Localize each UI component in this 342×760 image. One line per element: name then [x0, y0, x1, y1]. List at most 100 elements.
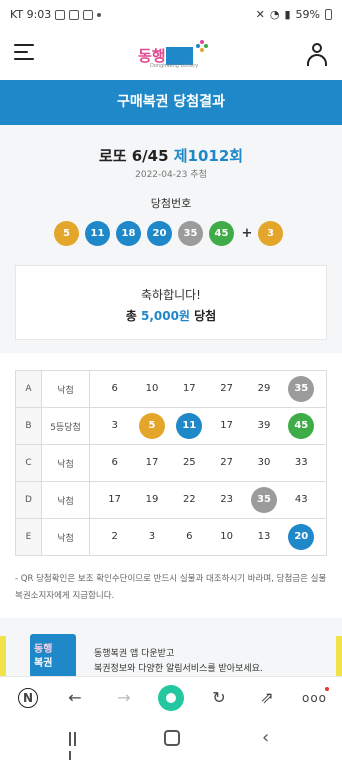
- banner-line2: 복권정보와 다양한 알림서비스를 받아보세요.: [94, 664, 263, 674]
- forward-arrow-icon[interactable]: →: [113, 687, 135, 709]
- ticket-number: 29: [257, 383, 271, 394]
- game-result: 낙첨: [41, 370, 90, 408]
- draw-round: 제1012회: [173, 147, 244, 165]
- side-tab-right[interactable]: [336, 636, 342, 676]
- home-icon[interactable]: [164, 730, 180, 746]
- table-row: A 낙첨 6 10 17 27 29 35: [15, 370, 327, 408]
- draw-title: 로또 6/45 제1012회: [0, 145, 342, 166]
- app-header: 동행복권 Donghaeng Lottery: [0, 30, 342, 80]
- draw-date: 2022-04-23 추첨: [135, 170, 207, 180]
- game-label: C: [15, 444, 42, 482]
- ticket-number: 27: [220, 457, 233, 468]
- browser-toolbar: N ← → ↻ ⇗ ooo: [0, 676, 342, 718]
- game-label: E: [15, 518, 42, 556]
- prize-suffix: 당첨: [189, 309, 217, 323]
- game-name: 로또 6/45: [98, 147, 169, 165]
- game-label: D: [15, 481, 42, 519]
- image-icon: [69, 9, 80, 20]
- logo[interactable]: 동행복권 Donghaeng Lottery: [138, 40, 208, 70]
- more-icon[interactable]: ooo: [302, 687, 326, 709]
- notification-dot: [325, 687, 329, 691]
- table-row: E 낙첨 2 3 6 10 13 20: [15, 518, 327, 556]
- menu-icon[interactable]: [14, 44, 34, 62]
- ticket-number: 43: [294, 494, 308, 505]
- ticket-number: 2: [111, 531, 118, 542]
- winning-numbers: 5 11 18 20 35 45 + 3: [54, 220, 289, 246]
- winning-ball: 20: [147, 220, 172, 246]
- ticket-number: 25: [182, 457, 196, 468]
- mute-icon: ✕: [255, 8, 265, 21]
- plus-sign: +: [241, 225, 253, 241]
- page-title: 구매복권 당첨결과: [0, 80, 342, 125]
- ticket-number: 10: [220, 531, 233, 542]
- user-icon[interactable]: [306, 42, 328, 66]
- congrats-box: 축하합니다! 총 5,000원 당첨: [15, 265, 327, 340]
- ticket-number: 6: [111, 383, 118, 394]
- ticket-number-matched: 20: [288, 524, 315, 550]
- ticket-number-matched: 45: [288, 413, 315, 439]
- recent-apps-icon[interactable]: [69, 731, 83, 760]
- ticket-number-matched: 11: [176, 413, 203, 439]
- battery-icon: [325, 9, 332, 20]
- bonus-ball: 3: [258, 220, 283, 246]
- ticket-number: 39: [257, 420, 271, 431]
- logo-burst-icon: [196, 40, 208, 52]
- ticket-number: 17: [108, 494, 122, 505]
- ticket-number: 30: [257, 457, 271, 468]
- game-label: A: [15, 370, 42, 408]
- ticket-number: 3: [111, 420, 118, 431]
- ticket-number: 10: [145, 383, 159, 394]
- game-label: B: [15, 407, 42, 445]
- app-logo[interactable]: 동행 복권: [30, 634, 76, 678]
- naver-home-button[interactable]: N: [18, 688, 38, 708]
- more-notifications-icon: [97, 12, 102, 17]
- table-row: C 낙첨 6 17 25 27 30 33: [15, 444, 327, 482]
- share-icon[interactable]: ⇗: [256, 687, 278, 709]
- prize-amount: 5,000원: [140, 309, 190, 323]
- ticket-number-matched: 5: [138, 413, 165, 439]
- game-result: 낙첨: [41, 481, 90, 519]
- ticket-number-matched: 35: [288, 376, 315, 402]
- app-logo-line2: 복권: [34, 658, 53, 669]
- app-logo-line1: 동행: [34, 644, 53, 655]
- game-result: 5등당첨: [41, 407, 90, 445]
- ticket-number: 6: [186, 531, 193, 542]
- system-nav-bar: ‹: [0, 718, 342, 760]
- side-tab-left[interactable]: [0, 636, 6, 676]
- back-icon[interactable]: ‹: [262, 727, 269, 748]
- ticket-number: 17: [182, 383, 196, 394]
- signal-icon: ▮: [284, 8, 291, 21]
- notification-icon: [55, 9, 66, 20]
- wifi-icon: ◔: [269, 8, 280, 21]
- carrier-time: KT 9:03: [10, 8, 52, 21]
- congrats-message: 축하합니다!: [140, 288, 201, 302]
- game-result: 낙첨: [41, 444, 90, 482]
- notice-text: - QR 당첨확인은 보조 확인수단이므로 반드시 실물과 대조하시기 바라며,…: [15, 574, 327, 601]
- ticket-number: 33: [294, 457, 308, 468]
- winning-ball: 5: [54, 220, 79, 246]
- ticket-number: 17: [220, 420, 233, 431]
- table-row: B 5등당첨 3 5 11 17 39 45: [15, 407, 327, 445]
- ticket-number-matched: 35: [250, 487, 277, 513]
- ticket-number: 6: [111, 457, 118, 468]
- winning-ball: 18: [116, 220, 141, 246]
- winning-numbers-label: 당첨번호: [150, 197, 192, 210]
- ticket-number: 13: [257, 531, 271, 542]
- message-icon: [83, 9, 94, 20]
- ticket-number: 17: [145, 457, 159, 468]
- home-circle-icon[interactable]: [158, 685, 184, 711]
- ticket-number: 22: [182, 494, 196, 505]
- ticket-table: A 낙첨 6 10 17 27 29 35 B 5등당첨 3 5 11 17 3…: [15, 370, 327, 556]
- status-bar: KT 9:03 ✕ ◔ ▮ 59%: [0, 0, 342, 30]
- winning-ball: 11: [85, 220, 110, 246]
- ticket-number: 27: [220, 383, 233, 394]
- back-arrow-icon[interactable]: ←: [64, 687, 86, 709]
- winning-ball: 35: [178, 220, 203, 246]
- banner-line1: 동행복권 앱 다운받고: [94, 649, 175, 659]
- ticket-number: 23: [220, 494, 233, 505]
- reload-icon[interactable]: ↻: [208, 687, 230, 709]
- battery-level: 59%: [295, 8, 320, 21]
- ticket-number: 19: [145, 494, 159, 505]
- prize-total: 총 5,000원 당첨: [16, 307, 326, 324]
- ticket-number: 3: [148, 531, 156, 542]
